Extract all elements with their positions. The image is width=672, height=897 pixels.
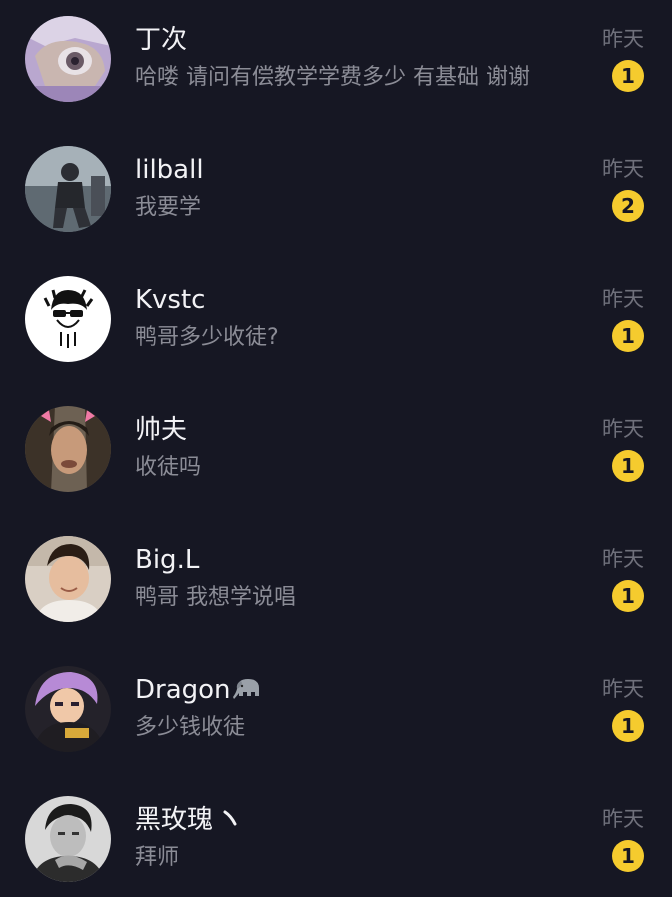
timestamp: 昨天: [602, 417, 644, 441]
avatar[interactable]: [25, 276, 111, 362]
contact-name: lilball: [135, 155, 204, 185]
conversation-item[interactable]: 黑玫瑰 拜师 昨天 1: [0, 780, 672, 897]
message-preview: 收徒吗: [135, 455, 202, 480]
unread-badge: 1: [612, 710, 644, 742]
unread-badge: 1: [612, 450, 644, 482]
avatar[interactable]: [25, 16, 111, 102]
timestamp: 昨天: [602, 287, 644, 311]
contact-name-text: Dragon: [135, 675, 231, 705]
conversation-item[interactable]: 帅夫 收徒吗 昨天 1: [0, 390, 672, 520]
tick-mark-icon: [223, 802, 239, 826]
message-preview: 哈喽 请问有偿教学学费多少 有基础 谢谢: [135, 65, 530, 90]
timestamp: 昨天: [602, 807, 644, 831]
conversation-list: 丁次 哈喽 请问有偿教学学费多少 有基础 谢谢 昨天 1 lilball 我要学…: [0, 0, 672, 897]
message-preview: 鸭哥 我想学说唱: [135, 585, 296, 610]
contact-name: 黑玫瑰: [135, 802, 239, 838]
avatar[interactable]: [25, 146, 111, 232]
message-preview: 鸭哥多少收徒?: [135, 325, 279, 350]
message-preview: 多少钱收徒: [135, 715, 246, 740]
contact-name: Dragon: [135, 672, 263, 708]
conversation-item[interactable]: Kvstc 鸭哥多少收徒? 昨天 1: [0, 260, 672, 390]
timestamp: 昨天: [602, 547, 644, 571]
contact-name-text: 黑玫瑰: [135, 805, 214, 835]
contact-name: Kvstc: [135, 285, 206, 315]
unread-badge: 1: [612, 840, 644, 872]
elephant-icon: [232, 675, 263, 701]
unread-badge: 1: [612, 580, 644, 612]
conversation-item[interactable]: lilball 我要学 昨天 2: [0, 130, 672, 260]
contact-name: 丁次: [135, 25, 188, 55]
message-preview: 拜师: [135, 845, 180, 870]
avatar[interactable]: [25, 666, 111, 752]
avatar[interactable]: [25, 796, 111, 882]
unread-badge: 2: [612, 190, 644, 222]
avatar[interactable]: [25, 536, 111, 622]
conversation-item[interactable]: 丁次 哈喽 请问有偿教学学费多少 有基础 谢谢 昨天 1: [0, 0, 672, 130]
conversation-item[interactable]: Dragon 多少钱收徒 昨天 1: [0, 650, 672, 780]
avatar[interactable]: [25, 406, 111, 492]
timestamp: 昨天: [602, 157, 644, 181]
conversation-item[interactable]: Big.L 鸭哥 我想学说唱 昨天 1: [0, 520, 672, 650]
timestamp: 昨天: [602, 677, 644, 701]
message-preview: 我要学: [135, 195, 202, 220]
unread-badge: 1: [612, 320, 644, 352]
unread-badge: 1: [612, 60, 644, 92]
timestamp: 昨天: [602, 27, 644, 51]
contact-name: 帅夫: [135, 415, 188, 445]
contact-name: Big.L: [135, 545, 200, 575]
